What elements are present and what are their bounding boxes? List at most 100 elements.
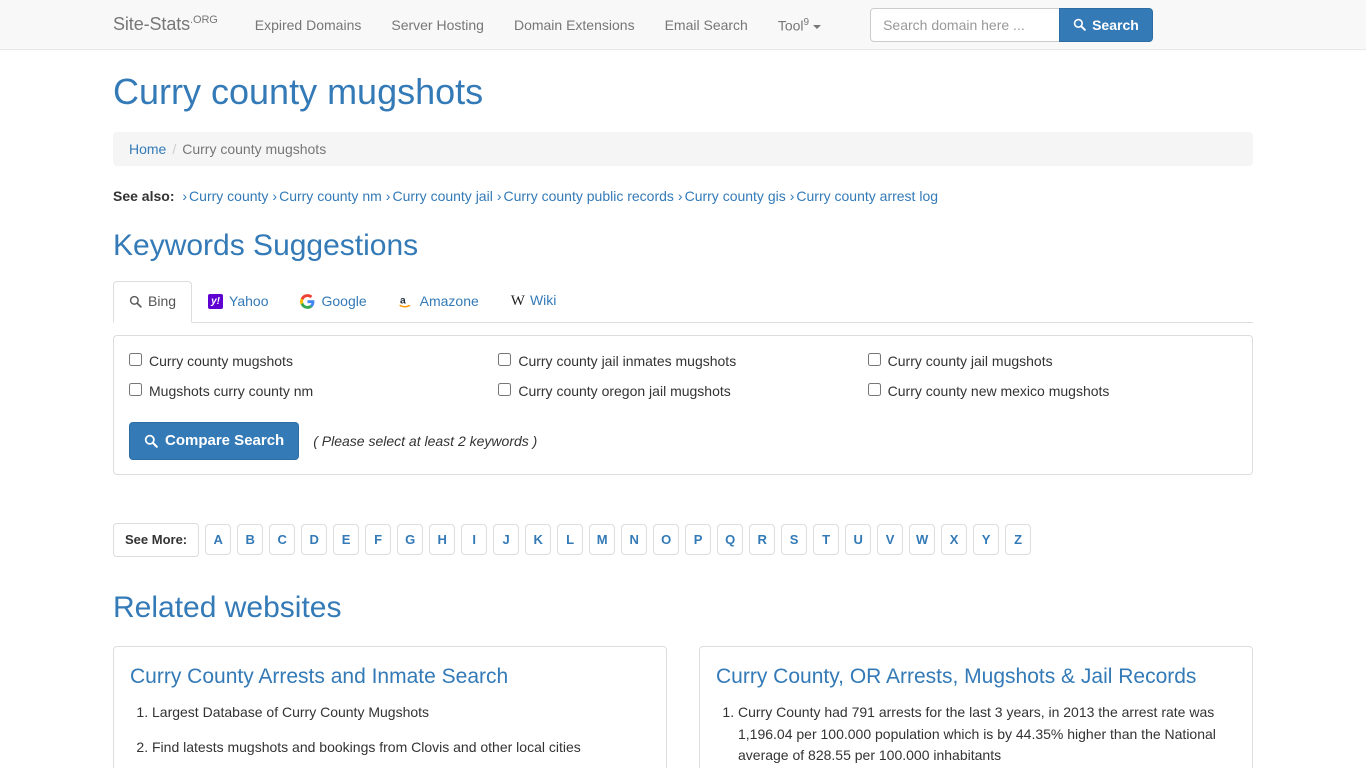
alphabet-button-n[interactable]: N: [621, 524, 648, 556]
search-icon: [1073, 18, 1086, 31]
alphabet-button-l[interactable]: L: [557, 524, 584, 556]
compare-hint: ( Please select at least 2 keywords ): [313, 433, 538, 450]
tab-google-label: Google: [321, 293, 367, 309]
alphabet-button-m[interactable]: M: [589, 524, 616, 556]
nav-domain-extensions[interactable]: Domain Extensions: [499, 0, 650, 50]
related-website-list-item: Curry County had 791 arrests for the las…: [738, 702, 1236, 767]
search-input[interactable]: [870, 7, 1061, 42]
alphabet-button-z[interactable]: Z: [1005, 524, 1032, 556]
keyword-checkbox-item[interactable]: Mugshots curry county nm: [129, 381, 498, 401]
related-website-list: Largest Database of Curry County Mugshot…: [130, 702, 650, 768]
related-website-card: Curry County, OR Arrests, Mugshots & Jai…: [699, 645, 1253, 768]
breadcrumb: Home / Curry county mugshots: [113, 131, 1253, 166]
see-also-link[interactable]: Curry county public records: [504, 188, 674, 204]
google-icon: [300, 294, 315, 310]
page-container: Curry county mugshots Home / Curry county …: [98, 72, 1268, 768]
yahoo-icon: y!: [208, 294, 224, 310]
alphabet-button-w[interactable]: W: [909, 524, 936, 556]
related-website-title[interactable]: Curry County, OR Arrests, Mugshots & Jai…: [716, 663, 1236, 690]
see-also-chevron: ›: [677, 187, 683, 204]
keyword-checkbox-item[interactable]: Curry county oregon jail mugshots: [498, 381, 867, 401]
see-also-row: See also: › Curry county › Curry county nm ›…: [113, 186, 1253, 207]
nav-tool-dropdown[interactable]: Tool9: [763, 0, 836, 51]
nav-tool-label: Tool: [777, 17, 804, 34]
alphabet-button-x[interactable]: X: [941, 524, 968, 556]
search-button-label: Search: [1092, 16, 1139, 33]
tab-amazone[interactable]: a Amazone: [383, 281, 495, 323]
keyword-checkbox[interactable]: [129, 352, 142, 366]
alphabet-button-t[interactable]: T: [813, 524, 840, 556]
alphabet-button-a[interactable]: A: [205, 524, 232, 556]
page-title: Curry county mugshots: [113, 71, 484, 112]
alphabet-button-q[interactable]: Q: [717, 524, 744, 556]
tab-bing-label: Bing: [148, 293, 177, 309]
keyword-checkbox-item[interactable]: Curry county jail inmates mugshots: [498, 351, 867, 371]
nav-email-search[interactable]: Email Search: [650, 0, 763, 50]
alphabet-button-j[interactable]: J: [493, 524, 520, 556]
keyword-checkbox[interactable]: [867, 352, 881, 366]
tab-bing[interactable]: Bing: [113, 281, 193, 323]
alphabet-button-f[interactable]: F: [365, 524, 392, 556]
alphabet-button-s[interactable]: S: [781, 524, 808, 556]
brand-name: Site-Stats: [113, 14, 191, 34]
search-icon: [129, 295, 142, 308]
alphabet-button-b[interactable]: B: [237, 524, 264, 556]
see-also-links: › Curry county › Curry county nm › Curry coun…: [178, 188, 938, 204]
tab-wiki[interactable]: W Wiki: [495, 280, 573, 323]
see-more-row: See More: ABCDEFGHIJKLMNOPQRSTUVWXYZ: [113, 523, 1253, 557]
alphabet-buttons: ABCDEFGHIJKLMNOPQRSTUVWXYZ: [205, 524, 1032, 556]
see-more-label: See More:: [113, 523, 200, 557]
site-logo[interactable]: Site-Stats.ORG: [113, 14, 218, 35]
keyword-checkbox[interactable]: [498, 382, 512, 396]
tab-yahoo[interactable]: y! Yahoo: [192, 281, 284, 323]
see-also-chevron: ›: [789, 187, 795, 204]
top-navbar: Site-Stats.ORG Expired Domains Server Ho…: [0, 0, 1366, 50]
amazon-icon: a: [399, 294, 414, 309]
see-also-link[interactable]: Curry county nm: [279, 188, 382, 204]
keyword-checkbox[interactable]: [867, 382, 881, 396]
see-also-label: See also:: [113, 187, 175, 204]
alphabet-button-y[interactable]: Y: [973, 524, 1000, 556]
compare-search-label: Compare Search: [165, 432, 285, 450]
keyword-checkbox-item[interactable]: Curry county jail mugshots: [867, 351, 1237, 371]
breadcrumb-home[interactable]: Home: [129, 141, 166, 157]
search-button[interactable]: Search: [1059, 7, 1153, 42]
nav-server-hosting[interactable]: Server Hosting: [376, 0, 499, 50]
alphabet-button-o[interactable]: O: [653, 524, 680, 556]
alphabet-button-h[interactable]: H: [429, 524, 456, 556]
nav-expired-domains[interactable]: Expired Domains: [240, 0, 377, 50]
alphabet-button-i[interactable]: I: [461, 524, 488, 556]
keywords-suggestions-heading: Keywords Suggestions: [113, 228, 419, 262]
keyword-checkbox[interactable]: [129, 382, 142, 396]
see-also-link[interactable]: Curry county gis: [685, 188, 786, 204]
alphabet-button-c[interactable]: C: [269, 524, 296, 556]
keyword-checkbox-item[interactable]: Curry county mugshots: [129, 351, 498, 371]
alphabet-button-e[interactable]: E: [333, 524, 360, 556]
related-websites-heading: Related websites: [113, 590, 342, 624]
see-also-link[interactable]: Curry county jail: [392, 188, 492, 204]
related-website-card: Curry County Arrests and Inmate Search La…: [113, 645, 667, 768]
keyword-checkbox-item[interactable]: Curry county new mexico mugshots: [867, 381, 1237, 401]
compare-search-button[interactable]: Compare Search: [129, 422, 300, 461]
keyword-label: Curry county oregon jail mugshots: [518, 382, 731, 399]
alphabet-button-u[interactable]: U: [845, 524, 872, 556]
keyword-checkbox[interactable]: [498, 352, 512, 366]
see-also-link[interactable]: Curry county arrest log: [796, 188, 938, 204]
alphabet-button-p[interactable]: P: [685, 524, 712, 556]
wikipedia-icon: W: [510, 292, 525, 309]
related-website-list: Curry County had 791 arrests for the las…: [716, 702, 1236, 768]
tab-google[interactable]: Google: [284, 281, 382, 323]
keyword-label: Curry county jail mugshots: [887, 352, 1053, 369]
alphabet-button-k[interactable]: K: [525, 524, 552, 556]
related-website-list-item: Find latests mugshots and bookings from …: [152, 737, 650, 759]
related-website-title[interactable]: Curry County Arrests and Inmate Search: [130, 663, 650, 690]
alphabet-button-r[interactable]: R: [749, 524, 776, 556]
see-also-chevron: ›: [385, 187, 391, 204]
tab-yahoo-label: Yahoo: [229, 293, 269, 309]
alphabet-button-d[interactable]: D: [301, 524, 328, 556]
see-also-chevron: ›: [272, 187, 278, 204]
alphabet-button-g[interactable]: G: [397, 524, 424, 556]
alphabet-button-v[interactable]: V: [877, 524, 904, 556]
related-websites-cards: Curry County Arrests and Inmate Search La…: [113, 645, 1253, 768]
see-also-link[interactable]: Curry county: [189, 188, 268, 204]
